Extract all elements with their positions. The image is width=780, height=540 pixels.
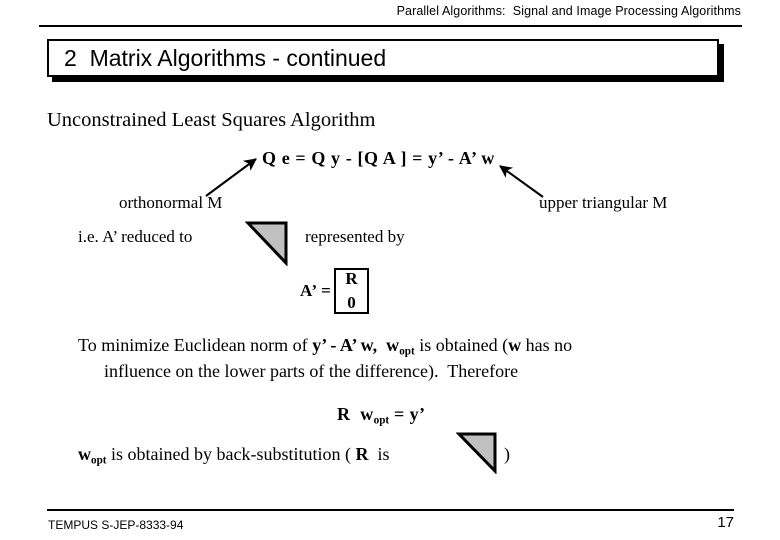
bs-seg-1: is obtained by back-substitution ( [106, 444, 356, 464]
slide-header-course-title: Parallel Algorithms: Signal and Image Pr… [396, 4, 741, 18]
back-substitution-close-paren: ) [504, 444, 510, 464]
matrix-cell-r: R [345, 269, 358, 288]
bs-seg-2: is [368, 444, 390, 464]
matrix-bracket: R 0 [334, 268, 369, 314]
label-upper-triangular-matrix: upper triangular M [539, 193, 668, 212]
page-title: 2 Matrix Algorithms - continued [64, 45, 387, 71]
main-equation: Q e = Q y - [Q A ] = y’ - A’ w [262, 148, 495, 168]
matrix-lhs-label: A’ = [300, 281, 332, 300]
label-orthonormal-matrix: orthonormal M [119, 193, 223, 212]
bs-seg-w: w [78, 444, 91, 464]
arrow-to-Q-orthonormal [205, 158, 257, 197]
bs-seg-r: R [355, 444, 369, 464]
footer-project-code: TEMPUS S-JEP-8333-94 [48, 518, 184, 532]
eq2-sub-opt: opt [373, 414, 390, 427]
footer-page-number: 17 [717, 514, 734, 531]
represented-by-text: represented by [305, 227, 405, 246]
minimize-paragraph-line-2: influence on the lower parts of the diff… [104, 361, 519, 381]
eq2-seg-2: = y’ [389, 404, 426, 424]
bs-sub-opt: opt [91, 454, 107, 467]
reduced-to-text: i.e. A’ reduced to [78, 227, 193, 246]
footer-divider-rule [47, 509, 734, 511]
para-seg-1: To minimize Euclidean norm of [78, 335, 313, 355]
minimize-paragraph-line-1: To minimize Euclidean norm of y’ - A’ w,… [78, 334, 572, 362]
para-seg-5: has no [521, 335, 573, 355]
equation-r-wopt: R wopt = y’ [337, 403, 425, 431]
section-heading: Unconstrained Least Squares Algorithm [47, 109, 376, 131]
arrow-to-A-prime-upper-triangular [499, 165, 544, 198]
para-seg-sub-opt: opt [399, 345, 415, 358]
back-substitution-text: wopt is obtained by back-substitution ( … [78, 443, 389, 471]
matrix-expression-A-prime: A’ = R 0 [300, 268, 369, 314]
slide-canvas: Parallel Algorithms: Signal and Image Pr… [0, 0, 780, 540]
eq2-seg-1: R w [337, 404, 374, 424]
para-seg-2: y’ - A’ w, w [312, 335, 400, 355]
upper-triangular-matrix-glyph-2 [456, 431, 498, 474]
para-seg-3: is obtained ( [414, 335, 509, 355]
header-divider-rule [39, 25, 742, 27]
para-seg-4: w [508, 335, 522, 355]
upper-triangular-matrix-glyph-1 [245, 220, 289, 266]
matrix-cell-zero: 0 [347, 293, 356, 312]
